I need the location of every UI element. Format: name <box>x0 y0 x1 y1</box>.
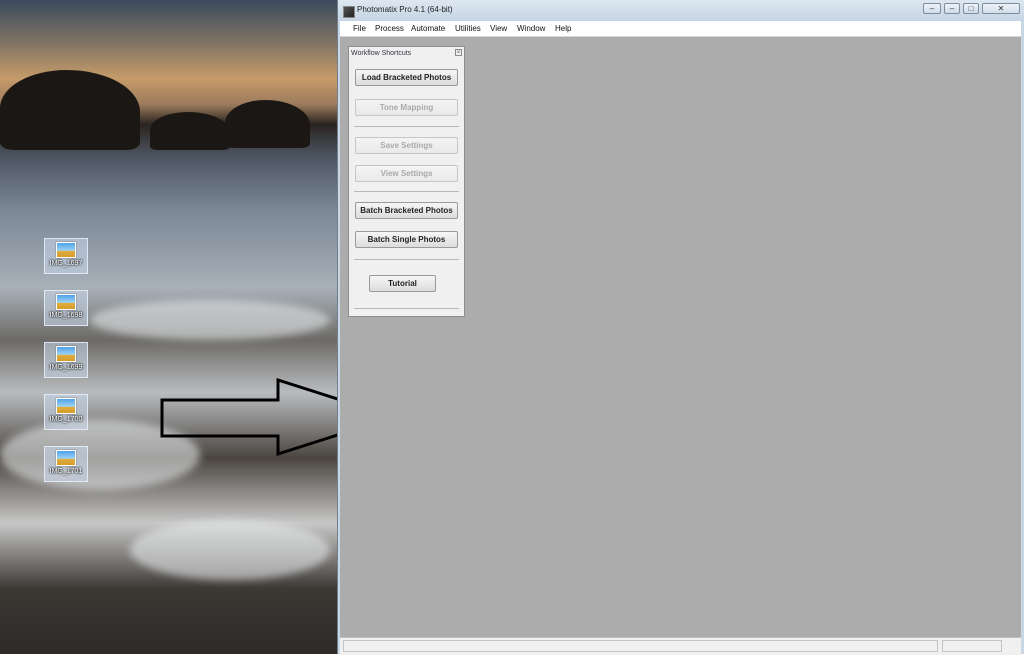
batch-single-photos-button[interactable]: Batch Single Photos <box>355 231 458 248</box>
close-button[interactable]: ✕ <box>982 3 1020 14</box>
workflow-shortcuts-panel: Workflow Shortcuts × Load Bracketed Phot… <box>348 46 465 317</box>
menu-bar: File Process Automate Utilities View Win… <box>340 21 1021 37</box>
desktop-icon-img-1698[interactable]: IMG_1698 <box>44 290 88 326</box>
window-title: Photomatix Pro 4.1 (64-bit) <box>357 5 453 14</box>
panel-divider <box>354 126 459 127</box>
desktop-icon-label: IMG_1701 <box>49 468 83 475</box>
photomatix-window: Photomatix Pro 4.1 (64-bit) – – □ ✕ File… <box>337 0 1024 655</box>
app-icon <box>343 6 355 18</box>
status-pane-secondary <box>942 640 1002 652</box>
image-file-icon <box>56 346 76 362</box>
image-file-icon <box>56 242 76 258</box>
client-area: Workflow Shortcuts × Load Bracketed Phot… <box>340 37 1021 637</box>
view-settings-button[interactable]: View Settings <box>355 165 458 182</box>
menu-utilities[interactable]: Utilities <box>455 24 481 33</box>
desktop-icon-label: IMG_1699 <box>49 364 83 371</box>
menu-automate[interactable]: Automate <box>411 24 445 33</box>
image-file-icon <box>56 450 76 466</box>
tutorial-button[interactable]: Tutorial <box>369 275 436 292</box>
minimize-icon[interactable]: – <box>944 3 960 14</box>
desktop-icon-img-1699[interactable]: IMG_1699 <box>44 342 88 378</box>
menu-view[interactable]: View <box>490 24 507 33</box>
panel-divider <box>354 259 459 260</box>
desktop-icon-img-1697[interactable]: IMG_1697 <box>44 238 88 274</box>
minimize-button[interactable]: – <box>923 3 941 14</box>
status-bar <box>340 637 1021 655</box>
menu-file[interactable]: File <box>353 24 366 33</box>
menu-help[interactable]: Help <box>555 24 571 33</box>
batch-bracketed-photos-button[interactable]: Batch Bracketed Photos <box>355 202 458 219</box>
desktop-icon-label: IMG_1697 <box>49 260 83 267</box>
wallpaper-foam <box>130 520 330 580</box>
menu-process[interactable]: Process <box>375 24 404 33</box>
desktop-icon-img-1701[interactable]: IMG_1701 <box>44 446 88 482</box>
panel-close-icon[interactable]: × <box>455 49 462 56</box>
image-file-icon <box>56 398 76 414</box>
panel-title: Workflow Shortcuts <box>351 50 412 57</box>
desktop-icon-label: IMG_1698 <box>49 312 83 319</box>
wallpaper-rock <box>0 70 140 150</box>
maximize-button[interactable]: □ <box>963 3 979 14</box>
save-settings-button[interactable]: Save Settings <box>355 137 458 154</box>
load-bracketed-photos-button[interactable]: Load Bracketed Photos <box>355 69 458 86</box>
title-bar[interactable]: Photomatix Pro 4.1 (64-bit) – – □ ✕ <box>338 0 1024 21</box>
desktop-icon-label: IMG_1700 <box>49 416 83 423</box>
panel-divider <box>354 191 459 192</box>
status-pane-main <box>343 640 938 652</box>
desktop-icon-img-1700[interactable]: IMG_1700 <box>44 394 88 430</box>
panel-divider <box>354 308 459 309</box>
menu-window[interactable]: Window <box>517 24 545 33</box>
image-file-icon <box>56 294 76 310</box>
wallpaper-foam <box>90 300 330 340</box>
wallpaper-rock <box>150 112 230 150</box>
tone-mapping-button[interactable]: Tone Mapping <box>355 99 458 116</box>
wallpaper-rock <box>225 100 310 148</box>
